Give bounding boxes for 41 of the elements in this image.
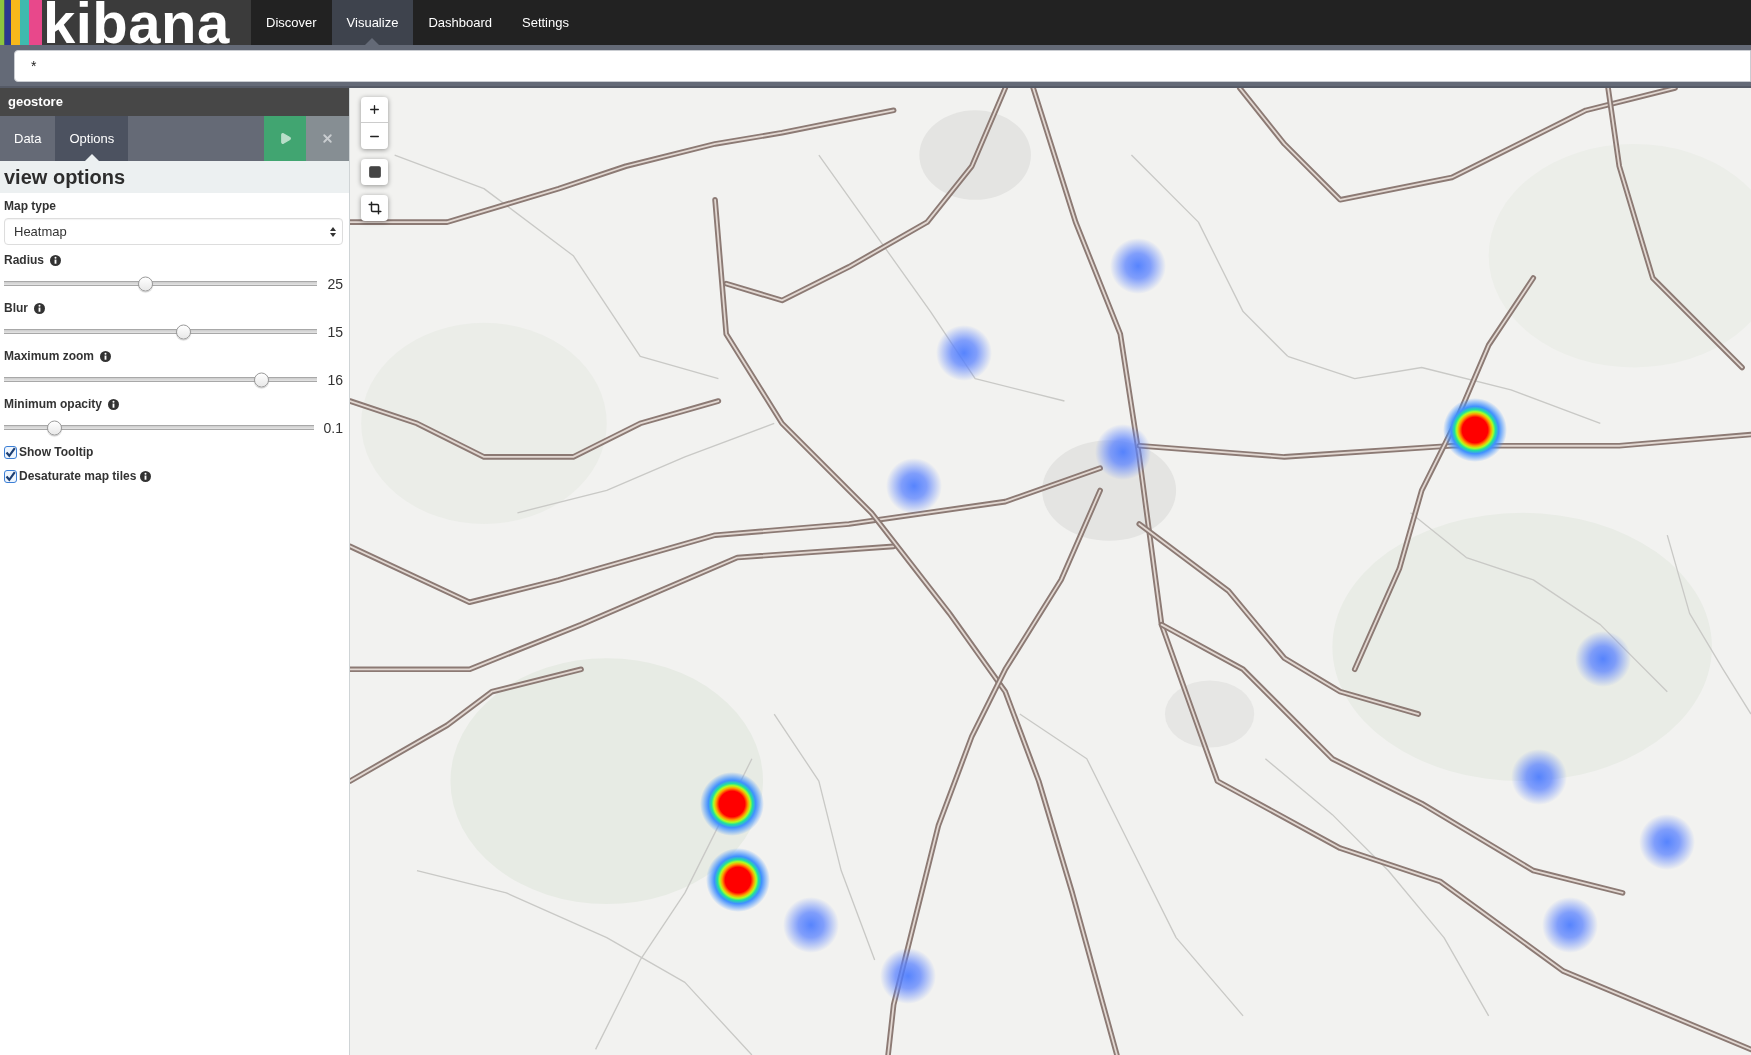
- slider-value: 25: [327, 274, 343, 294]
- slider-value: 16: [327, 370, 343, 390]
- slider-thumb[interactable]: [254, 372, 269, 388]
- info-icon: [108, 398, 119, 410]
- crop-button[interactable]: [361, 195, 388, 221]
- logo-stripes-icon: [0, 0, 42, 45]
- slider-label: Blur: [4, 300, 28, 317]
- checkbox-label: Desaturate map tiles: [19, 468, 137, 485]
- map-type-select[interactable]: Heatmap: [4, 218, 343, 245]
- close-button[interactable]: [306, 116, 349, 161]
- slider-label: Maximum zoom: [4, 348, 94, 365]
- slider-thumb[interactable]: [46, 420, 62, 436]
- check-icon: [5, 470, 16, 482]
- apply-button[interactable]: [264, 116, 306, 161]
- slider-thumb[interactable]: [138, 276, 154, 292]
- logo-text[interactable]: kibana: [43, 0, 230, 45]
- select-caret-icon: [330, 226, 336, 237]
- close-icon: [321, 132, 334, 145]
- info-icon: [50, 254, 61, 266]
- checkbox[interactable]: [4, 469, 17, 483]
- info-icon: [100, 350, 111, 362]
- search-input[interactable]: *: [14, 50, 1751, 82]
- play-icon: [278, 132, 292, 145]
- panel-title: geostore: [8, 93, 63, 112]
- slider-value: 15: [327, 322, 343, 342]
- nav-tab[interactable]: Visualize: [331, 0, 414, 45]
- info-icon: [34, 302, 45, 314]
- section-heading: view options: [4, 167, 126, 187]
- slider-label: Minimum opacity: [4, 396, 102, 413]
- panel-tab[interactable]: Options: [55, 116, 129, 161]
- draw-rectangle-button[interactable]: [361, 159, 388, 185]
- checkbox-label: Show Tooltip: [19, 444, 94, 461]
- checkbox[interactable]: [4, 445, 17, 459]
- square-icon: [367, 165, 382, 179]
- crop-icon: [367, 201, 382, 215]
- check-icon: [5, 446, 16, 458]
- slider-label: Radius: [4, 252, 44, 269]
- field-label: Map type: [4, 198, 56, 215]
- plus-icon: [368, 103, 381, 116]
- slider-value: 0.1: [323, 418, 343, 438]
- slider-thumb[interactable]: [175, 324, 191, 340]
